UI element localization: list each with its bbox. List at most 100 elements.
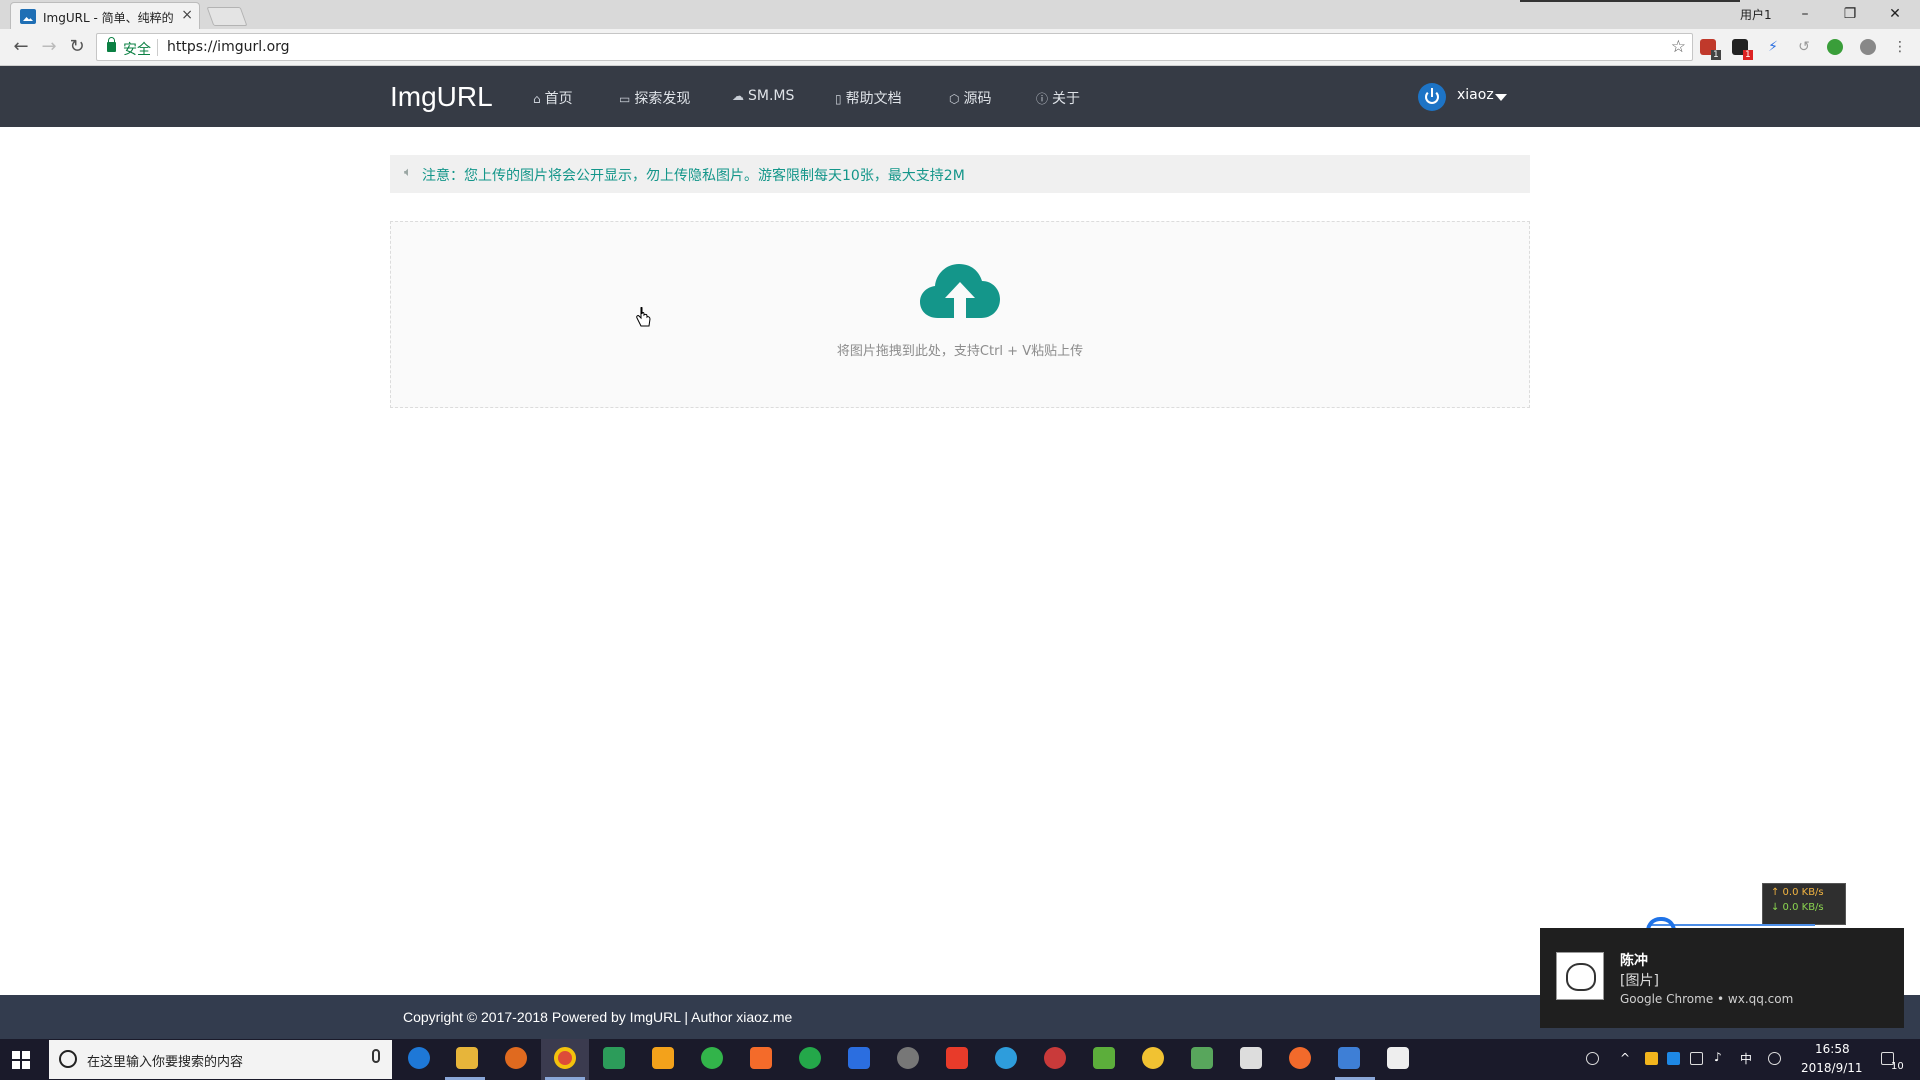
nav-item-help[interactable]: ▯ 帮助文档 xyxy=(835,88,902,108)
site-brand[interactable]: ImgURL xyxy=(390,81,493,113)
back-icon[interactable]: ← xyxy=(9,35,33,59)
extension-globe-icon[interactable] xyxy=(1827,39,1843,55)
app-compass-icon[interactable] xyxy=(1289,1047,1311,1069)
info-icon: ⓘ xyxy=(1036,92,1049,106)
bookmark-star-icon[interactable]: ☆ xyxy=(1671,37,1686,57)
windows-taskbar: 在这里输入你要搜索的内容 ^ ♪ 中 16:58 2018/9/11 10 xyxy=(0,1039,1920,1080)
volume-icon[interactable]: ♪ xyxy=(1714,1050,1722,1064)
notice-text: 注意：您上传的图片将会公开显示，勿上传隐私图片。游客限制每天10张，最大支持2M xyxy=(422,168,965,184)
nav-item-explore[interactable]: ▭ 探索发现 xyxy=(619,88,690,108)
cloud-icon: ☁ xyxy=(732,89,744,103)
notice-bar: 🔈︎ 注意：您上传的图片将会公开显示，勿上传隐私图片。游客限制每天10张，最大支… xyxy=(390,155,1530,193)
tab-title: ImgURL - 简单、纯粹的 xyxy=(43,11,174,25)
app-green-icon[interactable] xyxy=(1093,1047,1115,1069)
network-speed-widget: ↑ 0.0 KB/s ↓ 0.0 KB/s xyxy=(1762,883,1846,925)
notification-count: 10 xyxy=(1891,1061,1904,1072)
windows-start-icon[interactable] xyxy=(12,1051,30,1069)
omnibox-divider xyxy=(157,39,158,56)
home-icon: ⌂ xyxy=(533,92,541,106)
app-screenshot-icon[interactable] xyxy=(1240,1047,1262,1069)
address-bar[interactable]: 安全 https://imgurl.org ☆ xyxy=(96,33,1693,61)
speaker-icon: 🔈︎ xyxy=(404,165,412,180)
taskbar-search[interactable]: 在这里输入你要搜索的内容 xyxy=(49,1040,392,1079)
shield-icon[interactable] xyxy=(1645,1052,1658,1065)
lightning-icon[interactable]: ⚡ xyxy=(1765,39,1781,55)
forward-icon[interactable]: → xyxy=(37,35,61,59)
app-viewer-icon[interactable] xyxy=(652,1047,674,1069)
app-snail-icon[interactable] xyxy=(1044,1047,1066,1069)
xampp-icon[interactable] xyxy=(750,1047,772,1069)
secure-label: 安全 xyxy=(123,42,151,58)
book-icon: ▯ xyxy=(835,92,842,106)
browser-tab[interactable]: ImgURL - 简单、纯粹的 × xyxy=(10,2,200,29)
window-top-line xyxy=(1520,0,1740,2)
people-icon[interactable] xyxy=(1586,1052,1599,1065)
app-editor-icon[interactable] xyxy=(701,1047,723,1069)
app-duck-icon[interactable] xyxy=(1142,1047,1164,1069)
app-c-icon[interactable] xyxy=(946,1047,968,1069)
download-speed: ↓ 0.0 KB/s xyxy=(1771,902,1824,913)
tab-close-icon[interactable]: × xyxy=(181,7,193,23)
window-user-label[interactable]: 用户1 xyxy=(1740,6,1772,23)
footer-copyright: Copyright © 2017-2018 Powered by ImgURL … xyxy=(403,1009,793,1025)
chrome-icon[interactable] xyxy=(554,1047,576,1069)
extension-badge: 1 xyxy=(1711,50,1721,60)
app-monitor-icon[interactable] xyxy=(1387,1047,1409,1069)
network-icon[interactable] xyxy=(1690,1052,1703,1065)
avatar-face-icon xyxy=(1566,963,1596,991)
qq-icon[interactable] xyxy=(1768,1052,1781,1065)
notification-message: [图片] xyxy=(1620,973,1659,989)
restore-icon[interactable]: ❐ xyxy=(1830,2,1870,26)
ime-indicator[interactable]: 中 xyxy=(1740,1050,1752,1067)
cube-icon: ⬡ xyxy=(949,92,960,106)
notification-toast[interactable]: 陈冲 [图片] Google Chrome • wx.qq.com xyxy=(1540,928,1904,1028)
taskbar-search-placeholder: 在这里输入你要搜索的内容 xyxy=(87,1055,244,1070)
minimize-icon[interactable]: – xyxy=(1785,2,1825,26)
url-text[interactable]: https://imgurl.org xyxy=(167,39,290,55)
edge-icon[interactable] xyxy=(408,1047,430,1069)
cloud-upload-icon xyxy=(920,264,1000,318)
app-money-icon[interactable] xyxy=(1191,1047,1213,1069)
reload-icon[interactable]: ↻ xyxy=(65,35,89,59)
chrome-menu-icon[interactable]: ⋮ xyxy=(1892,39,1908,55)
notification-sender: 陈冲 xyxy=(1620,953,1648,969)
microphone-icon[interactable] xyxy=(372,1049,380,1063)
browser-toolbar: ← → ↻ 安全 https://imgurl.org ☆ xyxy=(0,29,1920,66)
chevron-down-icon[interactable] xyxy=(1495,94,1507,101)
firefox-icon[interactable] xyxy=(505,1047,527,1069)
hand-cursor-icon xyxy=(636,307,651,327)
sender-avatar xyxy=(1556,952,1604,1000)
browser-tab-strip: ImgURL - 简单、纯粹的 × 用户1 – ❐ ✕ xyxy=(0,0,1920,29)
new-tab-button[interactable] xyxy=(206,7,248,26)
history-icon[interactable]: ↺ xyxy=(1796,39,1812,55)
image-icon: ▭ xyxy=(619,92,631,106)
site-favicon-icon xyxy=(20,9,36,24)
site-navbar: ImgURL ⌂ 首页 ▭ 探索发现 ☁ SM.MS ▯ 帮助文档 ⬡ 源码 ⓘ 关于 xi… xyxy=(0,66,1920,127)
app-grid-icon[interactable] xyxy=(603,1047,625,1069)
app-globe-icon[interactable] xyxy=(995,1047,1017,1069)
tray-expand-icon[interactable]: ^ xyxy=(1620,1051,1630,1065)
clock-date[interactable]: 2018/9/11 xyxy=(1801,1061,1863,1075)
cortana-icon[interactable] xyxy=(59,1050,77,1068)
extension-profile-icon[interactable] xyxy=(1860,39,1876,55)
upload-dropzone[interactable]: 将图片拖拽到此处，支持Ctrl + V粘贴上传 xyxy=(390,221,1530,408)
user-avatar-icon[interactable] xyxy=(1418,83,1446,111)
clock-time[interactable]: 16:58 xyxy=(1815,1042,1850,1056)
app-chat-icon[interactable] xyxy=(1338,1047,1360,1069)
notification-source: Google Chrome • wx.qq.com xyxy=(1620,992,1794,1006)
word-icon[interactable] xyxy=(848,1047,870,1069)
file-explorer-icon[interactable] xyxy=(456,1047,478,1069)
nav-item-source[interactable]: ⬡ 源码 xyxy=(949,88,991,108)
lock-icon xyxy=(107,37,116,52)
app-avatar-icon[interactable] xyxy=(897,1047,919,1069)
extension-badge: 1 xyxy=(1743,50,1753,60)
bluetooth-icon[interactable] xyxy=(1667,1052,1680,1065)
nav-item-home[interactable]: ⌂ 首页 xyxy=(533,88,573,108)
nav-item-about[interactable]: ⓘ 关于 xyxy=(1036,88,1080,108)
app-y-icon[interactable] xyxy=(799,1047,821,1069)
close-window-icon[interactable]: ✕ xyxy=(1875,2,1915,26)
user-menu[interactable]: xiaoz xyxy=(1457,87,1494,103)
upload-speed: ↑ 0.0 KB/s xyxy=(1771,887,1824,898)
nav-item-smms[interactable]: ☁ SM.MS xyxy=(732,88,794,104)
dropzone-hint: 将图片拖拽到此处，支持Ctrl + V粘贴上传 xyxy=(836,344,1084,359)
